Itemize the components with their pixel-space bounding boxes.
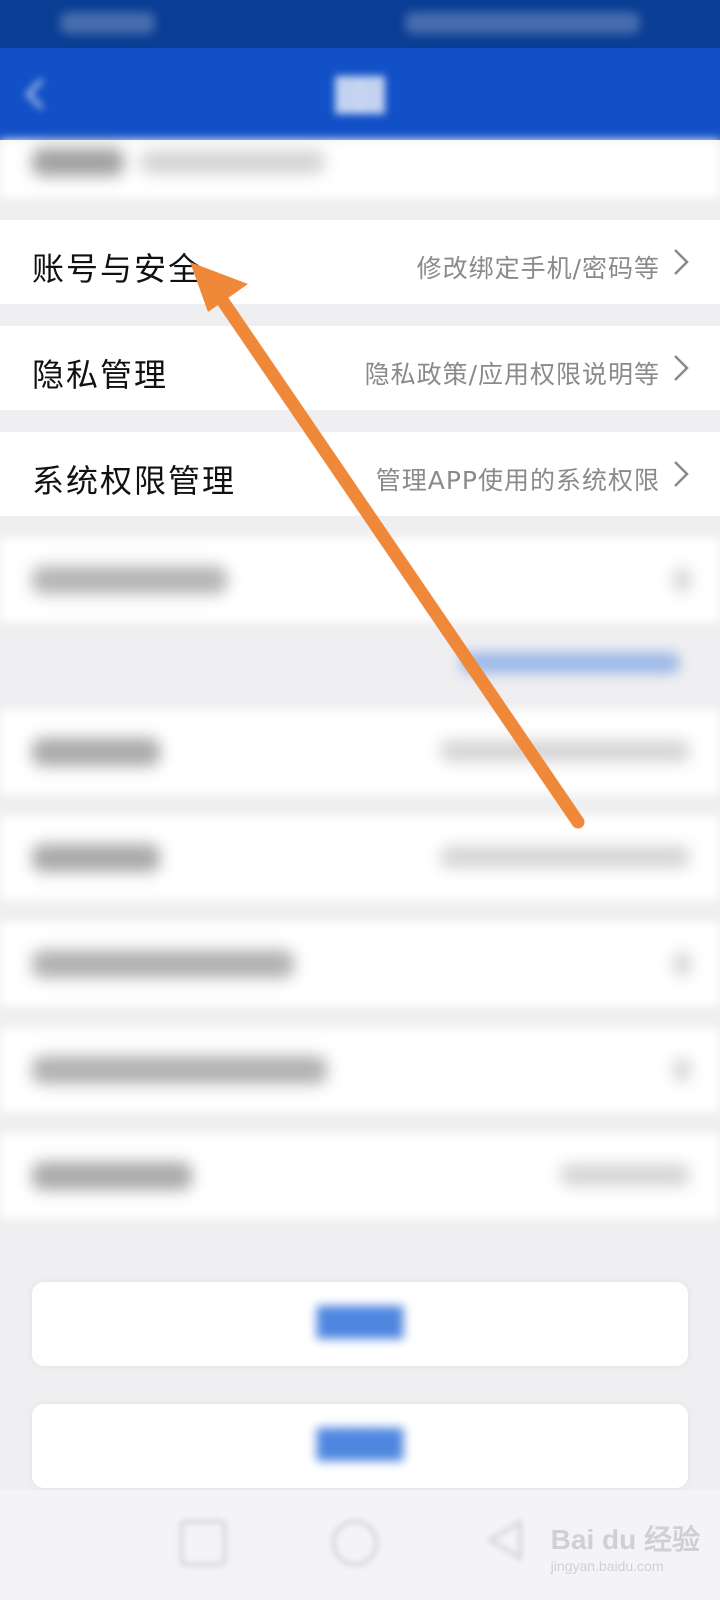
chevron-right-icon <box>674 249 689 275</box>
account-security-value: 修改绑定手机/密码等 <box>416 254 660 283</box>
privacy-label: 隐私管理 <box>32 356 169 394</box>
blurred-button-2[interactable]: ████ <box>32 1404 688 1488</box>
home-icon[interactable] <box>332 1520 378 1566</box>
status-icons-blurred <box>405 12 640 34</box>
blurred-row-4[interactable] <box>0 922 720 1006</box>
account-security-label: 账号与安全 <box>32 250 203 288</box>
baidu-jingyan-watermark: Bai du 经验 jingyan.baidu.com <box>551 1518 700 1574</box>
nav-bar: ██ <box>0 48 720 140</box>
status-time-blurred <box>60 12 155 34</box>
account-security-row[interactable]: 账号与安全 修改绑定手机/密码等 <box>0 220 720 304</box>
blurred-link[interactable] <box>460 652 680 674</box>
system-permissions-value: 管理APP使用的系统权限 <box>375 466 660 495</box>
nav-title-blurred: ██ <box>335 76 385 114</box>
status-bar <box>0 0 720 48</box>
recent-apps-icon[interactable] <box>180 1520 226 1566</box>
system-permissions-row[interactable]: 系统权限管理 管理APP使用的系统权限 <box>0 432 720 516</box>
privacy-value: 隐私政策/应用权限说明等 <box>364 360 660 389</box>
blurred-button-2-label: ████ <box>316 1428 404 1461</box>
blurred-row-3[interactable] <box>0 816 720 900</box>
watermark-brand: Bai du 经验 <box>550 1524 700 1555</box>
blurred-row-6[interactable] <box>0 1134 720 1218</box>
back-triangle-icon[interactable] <box>484 1518 528 1562</box>
system-permissions-label: 系统权限管理 <box>32 462 237 500</box>
blurred-row-1[interactable] <box>0 538 720 622</box>
chevron-right-icon <box>674 355 689 381</box>
username-row-blurred <box>0 140 720 198</box>
blurred-row-2[interactable] <box>0 710 720 794</box>
blurred-button-1-label: ████ <box>316 1306 404 1339</box>
watermark-url: jingyan.baidu.com <box>550 1558 664 1574</box>
blurred-button-1[interactable]: ████ <box>32 1282 688 1366</box>
chevron-right-icon <box>674 461 689 487</box>
blurred-row-5[interactable] <box>0 1028 720 1112</box>
privacy-row[interactable]: 隐私管理 隐私政策/应用权限说明等 <box>0 326 720 410</box>
